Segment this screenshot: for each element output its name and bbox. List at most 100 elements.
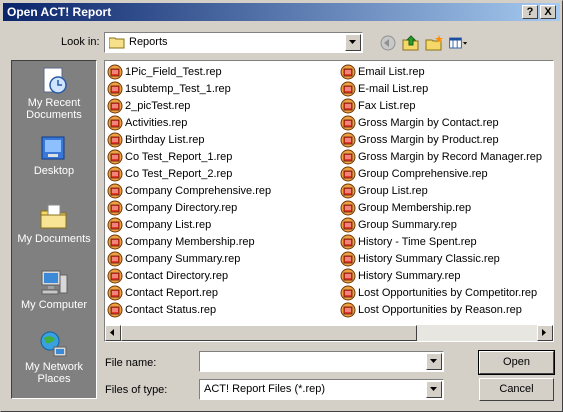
file-name-input[interactable]: [199, 351, 444, 372]
file-item[interactable]: 2_picTest.rep: [107, 97, 271, 114]
file-item[interactable]: History Summary.rep: [340, 267, 542, 284]
help-icon: ?: [526, 6, 534, 18]
desktop-icon: [41, 136, 65, 160]
file-item[interactable]: Contact Report.rep: [107, 284, 271, 301]
file-item[interactable]: E-mail List.rep: [340, 80, 542, 97]
file-item[interactable]: Company Comprehensive.rep: [107, 182, 271, 199]
report-file-icon: [107, 302, 123, 317]
file-item-label: Group Summary.rep: [358, 218, 457, 231]
place-my-network-places[interactable]: My Network Places: [12, 329, 96, 389]
files-of-type-select[interactable]: ACT! Report Files (*.rep): [199, 379, 444, 400]
close-button[interactable]: X: [540, 5, 556, 19]
file-item-label: History Summary Classic.rep: [358, 252, 500, 265]
file-item[interactable]: Lost Opportunities by Competitor.rep: [340, 284, 542, 301]
file-item-label: Co Test_Report_1.rep: [125, 150, 233, 163]
file-item-label: Contact Directory.rep: [125, 269, 229, 282]
files-of-type-dropdown-button[interactable]: [426, 381, 442, 398]
scroll-thumb[interactable]: [121, 325, 417, 341]
cancel-button[interactable]: Cancel: [479, 378, 554, 401]
file-item[interactable]: Group Summary.rep: [340, 216, 542, 233]
file-item-label: Lost Opportunities by Competitor.rep: [358, 286, 538, 299]
my-documents-icon: [40, 204, 67, 229]
file-item[interactable]: History - Time Spent.rep: [340, 233, 542, 250]
file-item-label: Gross Margin by Contact.rep: [358, 116, 499, 129]
place-my-recent-documents[interactable]: My Recent Documents: [12, 65, 96, 125]
file-item[interactable]: Co Test_Report_1.rep: [107, 148, 271, 165]
report-file-icon: [340, 183, 356, 198]
file-item[interactable]: 1subtemp_Test_1.rep: [107, 80, 271, 97]
report-file-icon: [340, 302, 356, 317]
file-item-label: 1subtemp_Test_1.rep: [125, 82, 231, 95]
file-name-dropdown-button[interactable]: [426, 353, 442, 370]
folder-icon: [109, 37, 125, 49]
file-item[interactable]: Activities.rep: [107, 114, 271, 131]
file-item[interactable]: History Summary Classic.rep: [340, 250, 542, 267]
place-desktop[interactable]: Desktop: [12, 133, 96, 193]
back-icon[interactable]: [378, 34, 398, 52]
file-item[interactable]: Contact Status.rep: [107, 301, 271, 318]
file-item[interactable]: Company Summary.rep: [107, 250, 271, 267]
report-file-icon: [107, 166, 123, 181]
file-item[interactable]: Gross Margin by Contact.rep: [340, 114, 542, 131]
report-file-icon: [340, 149, 356, 164]
scroll-right-button[interactable]: [537, 325, 553, 341]
file-item[interactable]: Group List.rep: [340, 182, 542, 199]
report-file-icon: [107, 217, 123, 232]
file-list[interactable]: 1Pic_Field_Test.rep 1subtemp_Test_1.rep 2_…: [104, 60, 554, 342]
new-folder-icon[interactable]: [424, 34, 444, 52]
file-item[interactable]: Contact Directory.rep: [107, 267, 271, 284]
file-item-label: Birthday List.rep: [125, 133, 205, 146]
file-column-2: Email List.rep E-mail List.rep Fax List.re…: [340, 63, 542, 318]
look-in-value: Reports: [129, 36, 168, 48]
look-in-dropdown-button[interactable]: [345, 34, 361, 51]
file-item[interactable]: Company Membership.rep: [107, 233, 271, 250]
files-of-type-value: ACT! Report Files (*.rep): [204, 383, 326, 395]
file-item-label: Company List.rep: [125, 218, 212, 231]
report-file-icon: [340, 166, 356, 181]
place-my-computer[interactable]: My Computer: [12, 267, 96, 327]
file-item-label: Group Membership.rep: [358, 201, 472, 214]
report-file-icon: [340, 251, 356, 266]
file-item-label: Email List.rep: [358, 65, 425, 78]
title-bar[interactable]: Open ACT! Report ? X: [3, 3, 560, 21]
report-file-icon: [107, 115, 123, 130]
file-item[interactable]: Fax List.rep: [340, 97, 542, 114]
file-item[interactable]: Birthday List.rep: [107, 131, 271, 148]
place-label: My Recent Documents: [26, 97, 82, 121]
file-item[interactable]: Lost Opportunities by Reason.rep: [340, 301, 542, 318]
file-item[interactable]: Gross Margin by Product.rep: [340, 131, 542, 148]
file-item[interactable]: 1Pic_Field_Test.rep: [107, 63, 271, 80]
look-in-dropdown[interactable]: Reports: [104, 32, 363, 53]
report-file-icon: [340, 132, 356, 147]
file-item-label: Gross Margin by Record Manager.rep: [358, 150, 543, 163]
file-item[interactable]: Company Directory.rep: [107, 199, 271, 216]
report-file-icon: [340, 285, 356, 300]
file-item-label: Co Test_Report_2.rep: [125, 167, 233, 180]
report-file-icon: [340, 115, 356, 130]
report-file-icon: [107, 98, 123, 113]
scroll-left-button[interactable]: [105, 325, 121, 341]
file-item-label: History - Time Spent.rep: [358, 235, 477, 248]
file-item-label: Group List.rep: [358, 184, 428, 197]
file-item-label: Lost Opportunities by Reason.rep: [358, 303, 522, 316]
up-folder-icon[interactable]: [401, 34, 421, 52]
file-item[interactable]: Group Membership.rep: [340, 199, 542, 216]
chevron-down-icon: [349, 40, 356, 44]
place-my-documents[interactable]: My Documents: [12, 201, 96, 261]
horizontal-scrollbar[interactable]: [105, 325, 553, 341]
file-item[interactable]: Company List.rep: [107, 216, 271, 233]
file-item[interactable]: Email List.rep: [340, 63, 542, 80]
report-file-icon: [107, 149, 123, 164]
view-menu-icon[interactable]: [448, 34, 468, 52]
open-report-dialog: Open ACT! Report ? X Look in: Reports My…: [0, 0, 563, 412]
file-column-1: 1Pic_Field_Test.rep 1subtemp_Test_1.rep 2_…: [107, 63, 271, 318]
open-button[interactable]: Open: [478, 350, 555, 375]
file-item[interactable]: Co Test_Report_2.rep: [107, 165, 271, 182]
report-file-icon: [107, 64, 123, 79]
file-item[interactable]: Gross Margin by Record Manager.rep: [340, 148, 542, 165]
look-in-label: Look in:: [61, 36, 100, 48]
help-button[interactable]: ?: [522, 5, 538, 19]
file-item[interactable]: Group Comprehensive.rep: [340, 165, 542, 182]
file-item-label: Contact Report.rep: [125, 286, 218, 299]
file-item-label: Group Comprehensive.rep: [358, 167, 488, 180]
